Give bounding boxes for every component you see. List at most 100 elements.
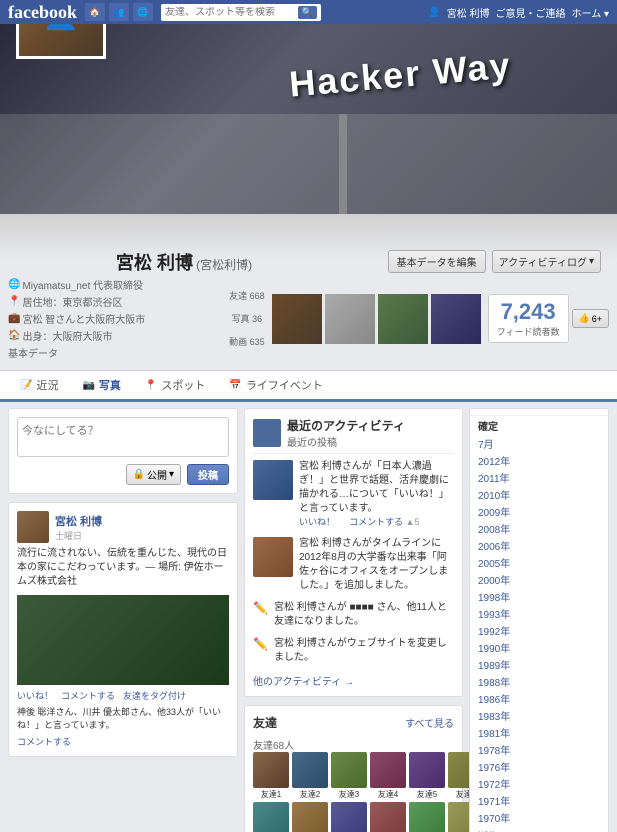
friends-title: 友達 — [253, 714, 277, 731]
search-button[interactable]: 🔍 — [298, 6, 317, 19]
activity-count-1: ▲5 — [406, 517, 420, 527]
search-input[interactable] — [165, 7, 298, 18]
meta-hometown-text: 出身：大阪府大阪市 — [22, 328, 112, 343]
year-7[interactable]: 7月 — [470, 435, 608, 452]
comment-link[interactable]: コメントする — [17, 735, 71, 748]
year-1970[interactable]: 1970年 — [470, 809, 608, 826]
user-avatar-small[interactable]: 👤 — [428, 7, 440, 18]
thumb-2[interactable] — [325, 294, 375, 344]
recent-icon: 📝 — [20, 380, 32, 391]
profile-name[interactable]: 宮松 利博 — [116, 253, 193, 273]
friends-stat[interactable]: 友達 668 — [229, 289, 265, 302]
meta-hometown[interactable]: 🏠 出身：大阪府大阪市 — [8, 328, 229, 343]
meta-location[interactable]: 📍 居住地：東京都渋谷区 — [8, 294, 229, 309]
tab-spots[interactable]: 📍 スポット — [133, 371, 217, 402]
friend-grid-1[interactable]: 友達1 — [253, 752, 289, 800]
tab-life-events[interactable]: 📅 ライフイベント — [217, 371, 334, 402]
friend-grid-7[interactable]: 友達7 — [253, 802, 289, 832]
year-1981[interactable]: 1981年 — [470, 724, 608, 741]
friend-grid-10[interactable]: 友達10 — [370, 802, 406, 832]
tab-photos[interactable]: 📷 写真 — [70, 371, 132, 402]
thumb-1[interactable] — [272, 294, 322, 344]
year-1971[interactable]: 1971年 — [470, 792, 608, 809]
activity-thumb-2[interactable] — [253, 537, 293, 577]
activity-thumb-1[interactable] — [253, 460, 293, 500]
activity-like-1[interactable]: いいね！ — [299, 517, 335, 527]
year-2011[interactable]: 2011年 — [470, 469, 608, 486]
home-icon[interactable]: 🏠 — [85, 3, 105, 21]
feedback-link[interactable]: ご意見・ご連絡 — [496, 5, 566, 20]
year-1998[interactable]: 1998年 — [470, 588, 608, 605]
meta-work[interactable]: 💼 宮松 智さんと大阪府大阪市 — [8, 311, 229, 326]
like-reaction-link[interactable]: いいね！ — [17, 689, 53, 702]
year-2000[interactable]: 2000年 — [470, 571, 608, 588]
activity-title: 最近のアクティビティ — [287, 417, 405, 434]
post-input[interactable] — [17, 417, 229, 457]
friend-post-meta: 宮松 利博 土曜日 — [55, 513, 102, 542]
website-icon: 🌐 — [8, 279, 20, 290]
post-box: 🔒 公開 ▾ 投稿 — [8, 408, 238, 494]
comment-reaction-link[interactable]: コメントする — [61, 689, 115, 702]
activity-comment-1[interactable]: コメントする — [349, 517, 403, 527]
friend-post-name[interactable]: 宮松 利博 — [55, 513, 102, 529]
like-button[interactable]: 👍 6+ — [572, 309, 609, 328]
friend-grid-11[interactable]: 友達11 — [409, 802, 445, 832]
friend-grid-4[interactable]: 友達4 — [370, 752, 406, 800]
edit-profile-button[interactable]: 基本データを編集 — [388, 250, 486, 273]
year-1976[interactable]: 1976年 — [470, 758, 608, 775]
year-2006[interactable]: 2006年 — [470, 537, 608, 554]
tag-reaction-link[interactable]: 友達をタグ付け — [123, 689, 186, 702]
profile-buttons: 基本データを編集 アクティビティログ ▾ — [388, 250, 601, 273]
home-link[interactable]: ホーム ▾ — [572, 5, 610, 20]
activity-log-button[interactable]: アクティビティログ ▾ — [492, 250, 601, 273]
post-public-button[interactable]: 🔒 公開 ▾ — [126, 464, 181, 485]
friend-grid-5[interactable]: 友達5 — [409, 752, 445, 800]
friend-grid-3[interactable]: 友達3 — [331, 752, 367, 800]
photos-stat[interactable]: 写真 36 — [232, 312, 263, 325]
see-all-friends[interactable]: すべて見る — [405, 715, 454, 730]
year-2005[interactable]: 2005年 — [470, 554, 608, 571]
dropdown-arrow: ▾ — [169, 469, 174, 480]
friends-icon[interactable]: 👥 — [109, 3, 129, 21]
top-navigation: facebook 🏠 👥 🌐 🔍 👤 宮松 利博 ご意見・ご連絡 ホーム ▾ — [0, 0, 617, 24]
nav-tabs: 📝 近況 📷 写真 📍 スポット 📅 ライフイベント — [0, 371, 617, 402]
meta-website[interactable]: 🌐 Miyamatsu_net 代表取締役 — [8, 277, 229, 292]
comment-link-row: コメントする — [17, 735, 229, 748]
year-2008[interactable]: 2008年 — [470, 520, 608, 537]
meta-location-text: 居住地：東京都渋谷区 — [22, 294, 122, 309]
friend-post-card: 宮松 利博 土曜日 流行に流されない、伝統を重んじた、現代の日本の家にこだわって… — [8, 502, 238, 757]
friend-grid-8[interactable]: 友達8 — [292, 802, 328, 832]
globe-icon[interactable]: 🌐 — [133, 3, 153, 21]
year-1988[interactable]: 1988年 — [470, 673, 608, 690]
thumb-3[interactable] — [378, 294, 428, 344]
profile-avatar-wrapper[interactable]: 👤 — [16, 24, 106, 59]
year-1989[interactable]: 1989年 — [470, 656, 608, 673]
thumb-4[interactable] — [431, 294, 481, 344]
feed-count-box: 7,243 フィード読者数 — [488, 294, 569, 343]
friend-post-avatar[interactable] — [17, 511, 49, 543]
year-2010[interactable]: 2010年 — [470, 486, 608, 503]
friend-grid-2[interactable]: 友達2 — [292, 752, 328, 800]
year-1990[interactable]: 1990年 — [470, 639, 608, 656]
year-1993[interactable]: 1993年 — [470, 605, 608, 622]
friends-box: 友達 すべて見る 友達68人 友達1 友達2 友達3 — [244, 705, 463, 832]
year-2009[interactable]: 2009年 — [470, 503, 608, 520]
tab-recent[interactable]: 📝 近況 — [8, 371, 70, 402]
facebook-logo[interactable]: facebook — [8, 2, 77, 23]
post-submit-button[interactable]: 投稿 — [187, 464, 229, 485]
more-activity-link[interactable]: 他のアクティビティ → — [253, 677, 354, 688]
year-1978[interactable]: 1978年 — [470, 741, 608, 758]
year-1992[interactable]: 1992年 — [470, 622, 608, 639]
year-2012[interactable]: 2012年 — [470, 452, 608, 469]
friend-post-photo[interactable] — [17, 595, 229, 685]
year-1972[interactable]: 1972年 — [470, 775, 608, 792]
year-1986[interactable]: 1986年 — [470, 690, 608, 707]
content-area: 🔒 公開 ▾ 投稿 宮松 利博 土曜日 流行に流されない、伝統を重んじた、現代の… — [0, 402, 617, 832]
videos-stat[interactable]: 動画 635 — [229, 335, 265, 348]
meta-basic-data[interactable]: 基本データ — [8, 345, 229, 360]
friend-grid-9[interactable]: 友達9 — [331, 802, 367, 832]
friend-post-header: 宮松 利博 土曜日 — [17, 511, 229, 543]
work-icon: 💼 — [8, 313, 20, 324]
username-nav[interactable]: 宮松 利博 — [447, 5, 490, 20]
year-1983[interactable]: 1983年 — [470, 707, 608, 724]
